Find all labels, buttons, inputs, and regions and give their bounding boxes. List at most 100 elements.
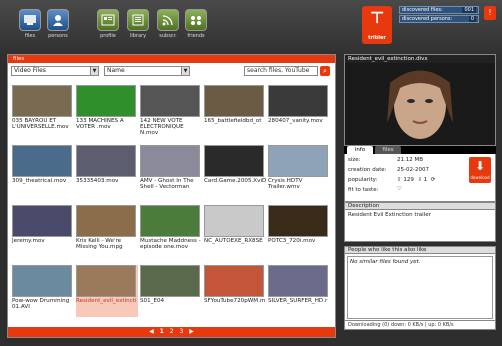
seeders-icon: ⇧: [397, 177, 402, 183]
persons-button[interactable]: persons: [42, 9, 74, 39]
file-item[interactable]: 133 MACHINES A VOTER .mov: [76, 85, 138, 137]
next-page-icon[interactable]: ▶: [189, 328, 194, 335]
fit-to-taste-label: fit to taste:: [348, 187, 379, 193]
leechers-count: 1: [423, 177, 428, 183]
page-1-link[interactable]: 1: [160, 328, 164, 335]
file-item[interactable]: Resident_evil_extincti: [76, 265, 138, 317]
discovered-persons-value: 0: [468, 16, 476, 22]
file-item[interactable]: SILVER_SURFER_HD.r: [268, 265, 330, 317]
type-filter-select[interactable]: Video Files ▼: [11, 66, 99, 76]
video-preview: Resident_evil_extinction.divx: [344, 54, 496, 146]
file-name: 035 BAYROU ET L'UNIVERSELLE.mov: [12, 118, 69, 130]
video-thumbnail: [345, 63, 495, 145]
file-item[interactable]: AMV - Ghost In The Shell - Vectorman: [140, 145, 202, 197]
also-like-header: People who like this also like: [344, 246, 496, 254]
file-item[interactable]: Jeremy.mov: [12, 205, 74, 257]
page-2-link[interactable]: 2: [170, 328, 174, 335]
page-3-link[interactable]: 3: [180, 328, 184, 335]
file-item[interactable]: 35335403.mov: [76, 145, 138, 197]
discovered-files-label: discovered files:: [402, 7, 443, 13]
tab-files[interactable]: files: [375, 146, 401, 154]
discovered-persons-label: discovered persons:: [402, 16, 453, 22]
file-name: POTC3_720i.mov: [268, 238, 316, 244]
search-input[interactable]: search files, YouTube: [244, 66, 318, 76]
file-name: Resident_evil_extincti: [76, 298, 137, 304]
discovered-persons-row: discovered persons: 0: [399, 15, 479, 23]
files-icon: [19, 9, 41, 31]
size-value: 21.12 MB: [397, 157, 424, 163]
popularity-label: popularity:: [348, 177, 378, 183]
profile-button-label: profile: [100, 33, 116, 39]
rss-icon: [157, 9, 179, 31]
profile-button[interactable]: profile: [92, 9, 124, 39]
persons-button-label: persons: [48, 33, 68, 39]
sort-filter-select[interactable]: Name ▼: [104, 66, 190, 76]
file-item[interactable]: Kris Kelli - We're Missing You.mpg: [76, 205, 138, 257]
file-item[interactable]: Card.Game.2005.XviD: [204, 145, 266, 197]
download-button[interactable]: ⬇ download: [469, 157, 491, 183]
file-thumbnail: [268, 265, 328, 297]
file-item[interactable]: SFYouTube720pWM.m: [204, 265, 266, 317]
file-thumbnail: [204, 145, 264, 177]
heart-icon: ♡: [397, 186, 402, 192]
file-thumbnail: [76, 205, 136, 237]
file-thumbnail: [76, 145, 136, 177]
type-filter-value: Video Files: [14, 67, 46, 74]
file-item[interactable]: Mustache Maddness - episode one.mov: [140, 205, 202, 257]
info-section: size: 21.12 MB creation date: 25-02-2007…: [344, 154, 496, 202]
library-icon: [127, 9, 149, 31]
file-name: 133 MACHINES A VOTER .mov: [76, 118, 124, 130]
discovery-stats: discovered files: 001 discovered persons…: [399, 6, 479, 24]
top-toolbar: files persons profile library subscr. fr…: [0, 0, 502, 50]
file-thumbnail: [204, 85, 264, 117]
file-name: SILVER_SURFER_HD.r: [268, 298, 328, 304]
tribler-logo-icon: ⊤: [369, 8, 385, 27]
file-thumbnail: [268, 85, 328, 117]
refresh-icon[interactable]: ⟳: [431, 177, 436, 183]
chevron-down-icon: ▼: [90, 67, 98, 75]
file-name: Pow-wow Drumming 01.AVI: [12, 298, 70, 310]
friends-icon: [185, 9, 207, 31]
library-button-label: library: [129, 33, 147, 39]
file-name: 142 NEW VOTE ELECTRONIQUE N.mov: [140, 118, 184, 136]
file-name: AMV - Ghost In The Shell - Vectorman: [140, 178, 194, 190]
file-item[interactable]: 309_theatrical.mov: [12, 145, 74, 197]
file-item[interactable]: 142 NEW VOTE ELECTRONIQUE N.mov: [140, 85, 202, 137]
prev-page-icon[interactable]: ◀: [149, 328, 154, 335]
file-item[interactable]: 280407_vanity.mov: [268, 85, 330, 137]
persons-icon: [47, 9, 69, 31]
tribler-logo-text: tribler: [368, 35, 386, 41]
file-thumbnail: [76, 85, 136, 117]
profile-icon: [97, 9, 119, 31]
file-thumbnail: [268, 205, 328, 237]
file-item[interactable]: Pow-wow Drumming 01.AVI: [12, 265, 74, 317]
download-icon: ⬇: [474, 159, 486, 173]
file-thumbnail: [12, 205, 72, 237]
size-label: size:: [348, 157, 361, 163]
creation-date-label: creation date:: [348, 167, 387, 173]
tab-info[interactable]: info: [347, 146, 373, 154]
friends-button-label: friends: [187, 33, 205, 39]
file-thumbnail: [140, 85, 200, 117]
download-status-bar: Downloading (0) down: 0 KB/s | up: 0 KB/…: [344, 320, 496, 330]
file-item[interactable]: 165_battlefieldbd_ot: [204, 85, 266, 137]
file-item[interactable]: POTC3_720i.mov: [268, 205, 330, 257]
popularity-value: ⇧ 129 ⇩ 1 ⟳: [397, 177, 435, 183]
search-icon[interactable]: ⌕: [320, 66, 330, 76]
also-like-empty-text: No similar files found yet.: [347, 256, 493, 319]
file-name: 165_battlefieldbd_ot: [204, 118, 262, 124]
file-thumbnail: [204, 205, 264, 237]
file-name: Mustache Maddness - episode one.mov: [140, 238, 201, 250]
file-name: 35335403.mov: [76, 178, 119, 184]
file-item[interactable]: S01_E04: [140, 265, 202, 317]
file-item[interactable]: NC_AUTOEXE_RX8SE: [204, 205, 266, 257]
file-item[interactable]: 035 BAYROU ET L'UNIVERSELLE.mov: [12, 85, 74, 137]
file-name: Card.Game.2005.XviD: [204, 178, 266, 184]
close-icon[interactable]: !: [484, 6, 496, 20]
library-button[interactable]: library: [122, 9, 154, 39]
also-like-section: No similar files found yet.: [344, 254, 496, 322]
file-item[interactable]: Crysis HDTV Trailer.wmv: [268, 145, 330, 197]
file-thumbnail: [140, 265, 200, 297]
creation-date-value: 25-02-2007: [397, 167, 429, 173]
friends-button[interactable]: friends: [180, 9, 212, 39]
